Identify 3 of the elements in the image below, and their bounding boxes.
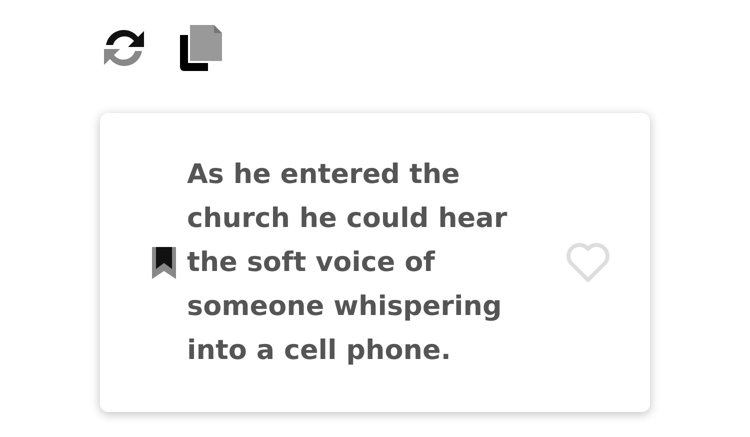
copy-button[interactable]	[180, 25, 224, 71]
quote-text: As he entered the church he could hear the soft voice of someone whispering into a cell phone.	[187, 158, 508, 368]
bookmark-icon[interactable]	[152, 246, 176, 278]
